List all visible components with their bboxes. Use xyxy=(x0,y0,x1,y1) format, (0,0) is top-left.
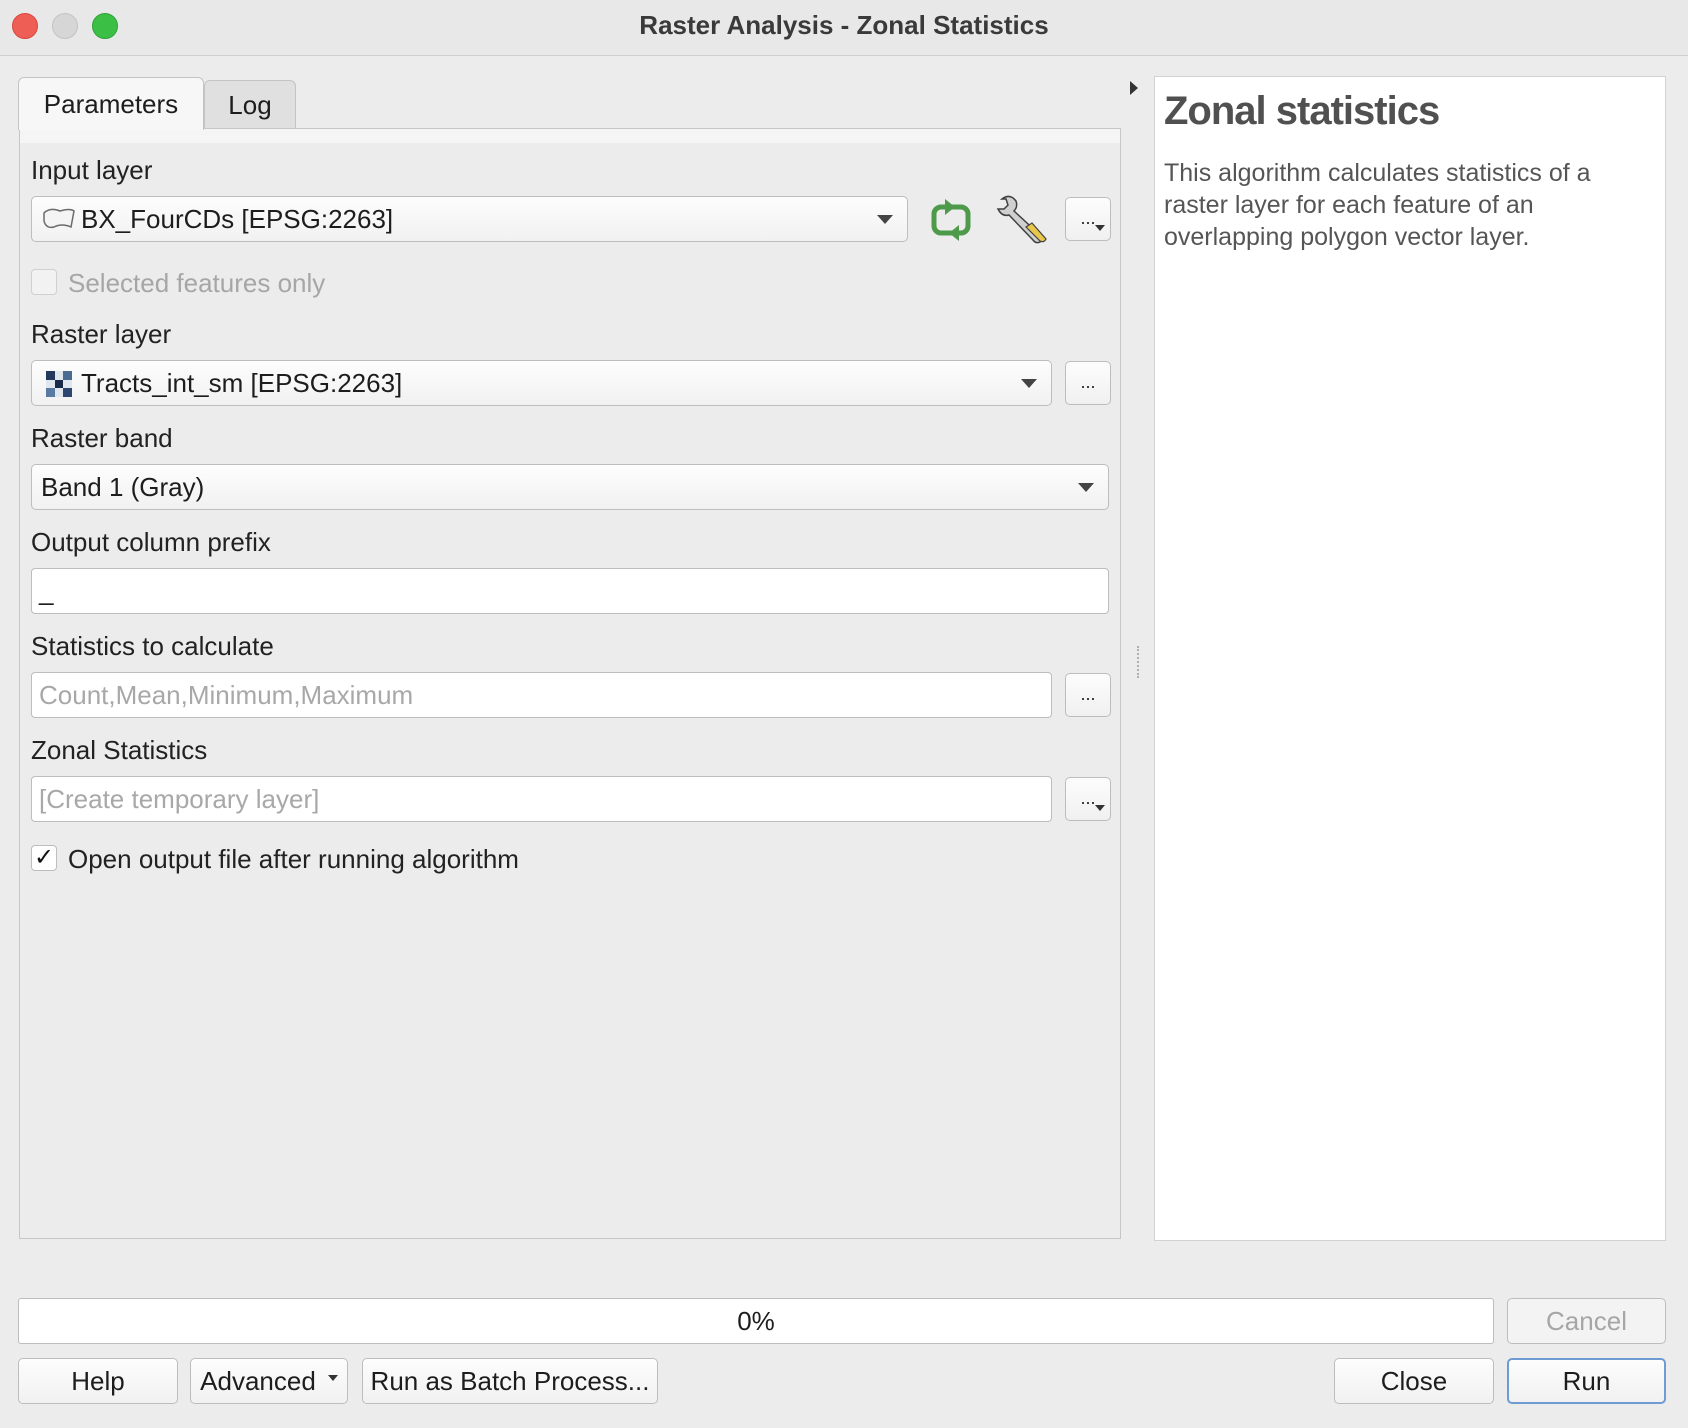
help-panel: Zonal statistics This algorithm calculat… xyxy=(1154,76,1666,1241)
parameters-panel: Input layer BX_FourCDs [EPSG:2263] ... S… xyxy=(19,128,1121,1239)
input-layer-combo[interactable]: BX_FourCDs [EPSG:2263] xyxy=(31,196,908,242)
tab-parameters[interactable]: Parameters xyxy=(18,77,204,130)
run-button[interactable]: Run xyxy=(1507,1358,1666,1404)
raster-layer-icon xyxy=(46,371,72,404)
wrench-icon[interactable] xyxy=(996,193,1050,250)
open-output-checkbox[interactable]: ✓ xyxy=(31,845,57,871)
chevron-down-icon xyxy=(1078,483,1094,492)
collapse-help-arrow-icon[interactable] xyxy=(1130,81,1138,95)
raster-band-combo[interactable]: Band 1 (Gray) xyxy=(31,464,1109,510)
raster-layer-label: Raster layer xyxy=(31,319,172,349)
zonal-statistics-output-input[interactable]: [Create temporary layer] xyxy=(31,776,1052,822)
statistics-label: Statistics to calculate xyxy=(31,631,274,661)
window-title: Raster Analysis - Zonal Statistics xyxy=(639,10,1049,40)
help-title: Zonal statistics xyxy=(1164,89,1440,133)
raster-band-value: Band 1 (Gray) xyxy=(41,471,205,502)
chevron-down-icon xyxy=(1095,225,1105,231)
input-layer-options-button[interactable]: ... xyxy=(1065,197,1111,241)
raster-band-label: Raster band xyxy=(31,423,173,453)
selected-features-label: Selected features only xyxy=(68,268,326,298)
chevron-down-icon xyxy=(1021,379,1037,388)
help-button[interactable]: Help xyxy=(18,1358,178,1404)
cancel-button[interactable]: Cancel xyxy=(1507,1298,1666,1344)
selected-features-checkbox[interactable] xyxy=(31,269,57,295)
title-bar: Raster Analysis - Zonal Statistics xyxy=(0,0,1688,56)
help-description: This algorithm calculates statistics of … xyxy=(1164,159,1591,251)
zonal-statistics-output-label: Zonal Statistics xyxy=(31,735,208,765)
close-button[interactable]: Close xyxy=(1334,1358,1494,1404)
input-layer-label: Input layer xyxy=(31,155,153,185)
panel-splitter[interactable] xyxy=(1137,646,1141,678)
tab-log[interactable]: Log xyxy=(204,80,296,130)
open-output-label: Open output file after running algorithm xyxy=(68,844,519,874)
statistics-select-button[interactable]: ... xyxy=(1065,673,1111,717)
output-options-button[interactable]: ... xyxy=(1065,777,1111,821)
run-batch-button[interactable]: Run as Batch Process... xyxy=(362,1358,658,1404)
input-layer-value: BX_FourCDs [EPSG:2263] xyxy=(81,203,394,234)
output-prefix-label: Output column prefix xyxy=(31,527,271,557)
advanced-button[interactable]: Advanced xyxy=(190,1358,348,1404)
chevron-down-icon xyxy=(327,1375,338,1381)
progress-text: 0% xyxy=(737,1305,775,1336)
raster-layer-combo[interactable]: Tracts_int_sm [EPSG:2263] xyxy=(31,360,1052,406)
statistics-input[interactable]: Count,Mean,Minimum,Maximum xyxy=(31,672,1052,718)
progress-bar: 0% xyxy=(18,1298,1494,1344)
raster-layer-browse-button[interactable]: ... xyxy=(1065,361,1111,405)
chevron-down-icon xyxy=(1095,805,1105,811)
raster-layer-value: Tracts_int_sm [EPSG:2263] xyxy=(81,367,403,398)
iterate-features-icon[interactable] xyxy=(928,196,978,247)
polygon-layer-icon xyxy=(42,207,76,238)
output-prefix-input[interactable]: _ xyxy=(31,568,1109,614)
chevron-down-icon xyxy=(877,215,893,224)
